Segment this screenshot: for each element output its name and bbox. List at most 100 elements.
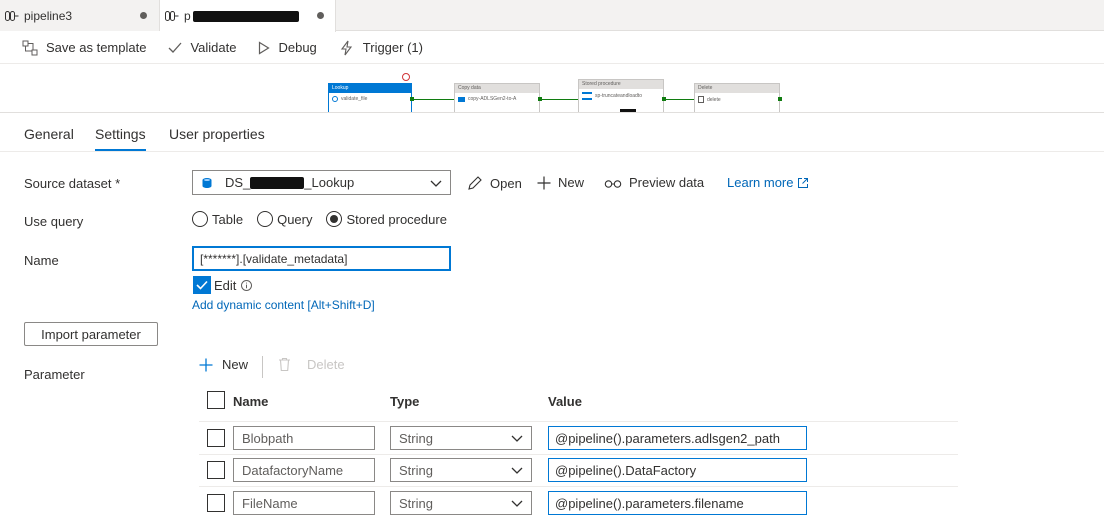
activity-stored-procedure[interactable]: Stored procedure sp-truncateandloadto xyxy=(578,79,664,112)
dataset-name-prefix: DS_ xyxy=(225,175,251,190)
radio-circle-selected xyxy=(326,211,343,227)
chevron-down-icon xyxy=(511,496,523,511)
tab-label: p xyxy=(184,9,191,23)
delete-parameter-label: Delete xyxy=(307,357,345,372)
edit-checkbox[interactable] xyxy=(193,276,211,294)
save-as-template-button[interactable]: Save as template xyxy=(22,40,146,56)
debug-label: Debug xyxy=(278,40,317,55)
trigger-label: Trigger (1) xyxy=(362,40,423,55)
error-indicator-icon xyxy=(402,73,410,81)
use-query-radio-group: Table Query Stored procedure xyxy=(192,211,461,227)
delete-parameter-button[interactable]: Delete xyxy=(278,357,345,372)
activity-name: copy-ADLSGen2-to-A xyxy=(468,96,517,102)
validate-button[interactable]: Validate xyxy=(168,40,236,55)
pencil-icon xyxy=(468,176,482,190)
new-dataset-button[interactable]: New xyxy=(537,175,584,190)
parameter-name-input[interactable]: FileName xyxy=(233,491,375,515)
row-checkbox[interactable] xyxy=(207,461,225,479)
unsaved-dot-icon xyxy=(140,12,147,19)
stored-procedure-name-input[interactable]: [*******].[validate_metadata] xyxy=(192,246,451,271)
info-icon[interactable] xyxy=(241,279,253,291)
learn-more-label: Learn more xyxy=(727,175,794,190)
plus-icon xyxy=(199,358,213,371)
new-parameter-button[interactable]: New xyxy=(199,357,248,372)
parameter-name-input[interactable]: Blobpath xyxy=(233,426,375,450)
import-parameter-button[interactable]: Import parameter xyxy=(24,322,158,346)
radio-label: Query xyxy=(277,211,313,227)
pipeline-toolbar: Save as template Validate Debug Trigger … xyxy=(0,32,1104,64)
template-icon xyxy=(22,40,38,55)
parameter-value-input[interactable]: @pipeline().parameters.filename xyxy=(548,491,807,515)
activity-name: delete xyxy=(707,96,721,103)
learn-more-link[interactable]: Learn more xyxy=(727,175,816,190)
tab-user-properties[interactable]: User properties xyxy=(169,126,265,142)
pipeline-icon xyxy=(164,8,180,24)
preview-data-button[interactable]: Preview data xyxy=(604,175,704,190)
radio-stored-procedure[interactable]: Stored procedure xyxy=(326,211,447,227)
tab-bar: pipeline3 p xyxy=(0,0,1104,32)
plus-icon xyxy=(537,176,551,189)
connector-line xyxy=(666,99,694,100)
select-all-checkbox[interactable] xyxy=(207,391,225,409)
database-icon xyxy=(201,177,213,189)
parameter-type-select[interactable]: String xyxy=(390,458,532,482)
radio-circle xyxy=(257,211,274,227)
parameter-label: Parameter xyxy=(24,367,85,382)
activity-type: Copy data xyxy=(455,84,539,93)
dataset-name-suffix: _Lookup xyxy=(304,175,355,190)
activity-copy-data[interactable]: Copy data copy-ADLSGen2-to-A xyxy=(454,83,540,112)
open-label: Open xyxy=(490,175,522,191)
parameter-type-select[interactable]: String xyxy=(390,426,532,450)
row-checkbox[interactable] xyxy=(207,429,225,447)
tab-general[interactable]: General xyxy=(24,126,74,142)
activity-lookup[interactable]: Lookup validate_file xyxy=(328,83,412,112)
use-query-label: Use query xyxy=(24,214,84,229)
tab-pipeline-active[interactable]: p xyxy=(160,0,336,32)
parameter-type-value: String xyxy=(399,462,433,478)
radio-circle xyxy=(192,211,208,227)
tab-settings[interactable]: Settings xyxy=(95,126,146,142)
lightning-icon xyxy=(340,40,352,55)
open-dataset-button[interactable]: Open xyxy=(467,175,522,191)
debug-button[interactable]: Debug xyxy=(258,40,317,55)
parameter-value-input[interactable]: @pipeline().parameters.adlsgen2_path xyxy=(548,426,807,450)
trigger-button[interactable]: Trigger (1) xyxy=(339,40,423,56)
tab-pipeline3[interactable]: pipeline3 xyxy=(0,0,160,31)
unsaved-dot-icon xyxy=(317,12,324,19)
play-icon xyxy=(259,40,271,55)
property-tabs: General Settings User properties xyxy=(0,114,1104,152)
copy-icon xyxy=(458,96,465,102)
column-header-value: Value xyxy=(548,394,582,409)
external-link-icon xyxy=(798,177,809,188)
pipeline-icon xyxy=(4,8,20,24)
source-dataset-text: Source dataset xyxy=(24,176,112,191)
parameter-value-input[interactable]: @pipeline().DataFactory xyxy=(548,458,807,482)
active-tab-indicator xyxy=(95,149,146,151)
activity-delete[interactable]: Delete delete xyxy=(694,83,780,112)
redaction-bar xyxy=(620,109,636,112)
radio-label: Table xyxy=(212,211,244,227)
activity-name: validate_file xyxy=(341,96,368,102)
new-parameter-label: New xyxy=(222,357,249,372)
add-dynamic-content-link[interactable]: Add dynamic content [Alt+Shift+D] xyxy=(192,298,375,312)
source-dataset-label: Source dataset * xyxy=(24,176,120,191)
validate-label: Validate xyxy=(190,40,237,55)
radio-table[interactable]: Table xyxy=(192,211,243,227)
source-dataset-select[interactable]: DS_ _Lookup xyxy=(192,170,451,195)
parameter-name-input[interactable]: DatafactoryName xyxy=(233,458,375,482)
radio-query[interactable]: Query xyxy=(257,211,312,227)
save-as-template-label: Save as template xyxy=(46,40,147,55)
connector-line xyxy=(414,99,454,100)
radio-label: Stored procedure xyxy=(346,211,447,227)
parameter-type-select[interactable]: String xyxy=(390,491,532,515)
row-divider xyxy=(199,454,958,455)
new-label: New xyxy=(558,175,585,190)
connector-handle xyxy=(778,97,782,101)
activity-name: sp-truncateandloadto xyxy=(595,93,642,99)
chevron-down-icon xyxy=(511,463,523,478)
parameter-type-value: String xyxy=(399,430,433,446)
pipeline-canvas[interactable]: Lookup validate_file Copy data copy-ADLS… xyxy=(0,65,1104,113)
stored-procedure-icon xyxy=(582,92,592,100)
row-checkbox[interactable] xyxy=(207,494,225,512)
trash-icon xyxy=(279,357,290,372)
